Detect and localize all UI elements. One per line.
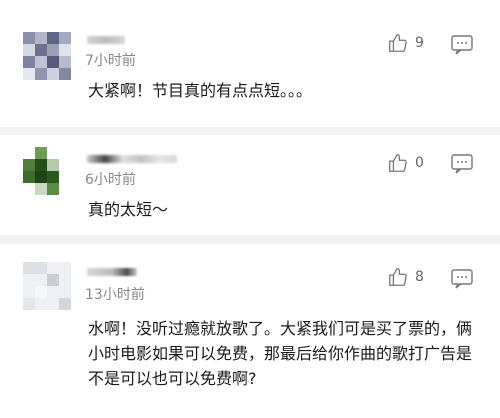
avatar[interactable] <box>23 147 71 195</box>
like-button[interactable]: 9 <box>387 32 424 54</box>
thumbs-up-icon <box>389 154 407 172</box>
comment-text: 真的太短～ <box>88 200 169 219</box>
username-blurred[interactable] <box>87 268 137 276</box>
like-button[interactable]: 8 <box>387 266 424 288</box>
comment-icon <box>451 35 473 55</box>
avatar[interactable] <box>23 262 71 310</box>
avatar[interactable] <box>23 32 71 80</box>
comment-icon <box>451 154 473 174</box>
thumbs-up-icon <box>389 268 407 286</box>
like-count: 9 <box>415 35 424 51</box>
reply-button[interactable] <box>450 268 474 290</box>
comment-item: 6小时前 真的太短～ 0 <box>0 135 500 235</box>
comment-time: 13小时前 <box>85 287 145 303</box>
comment-item: 7小时前 大紧啊！节目真的有点点短。。。 9 <box>0 0 500 127</box>
like-count: 8 <box>415 269 424 285</box>
like-count: 0 <box>415 155 424 171</box>
reply-button[interactable] <box>450 34 474 56</box>
username-blurred[interactable] <box>87 155 177 163</box>
comment-time: 6小时前 <box>85 172 136 188</box>
comment-text: 大紧啊！节目真的有点点短。。。 <box>88 81 313 100</box>
reply-button[interactable] <box>450 153 474 175</box>
comment-text: 水啊！没听过瘾就放歌了。大紧我们可是买了票的，俩小时电影如果可以免费，那最后给你… <box>88 319 473 388</box>
comment-icon <box>451 269 473 289</box>
comment-feed: 7小时前 大紧啊！节目真的有点点短。。。 9 6小时前 真的太短～ 0 13小时… <box>0 0 500 418</box>
thumbs-up-icon <box>389 34 407 52</box>
comment-item: 13小时前 水啊！没听过瘾就放歌了。大紧我们可是买了票的，俩小时电影如果可以免费… <box>0 244 500 418</box>
username-blurred[interactable] <box>87 36 125 44</box>
like-button[interactable]: 0 <box>387 152 424 174</box>
comment-time: 7小时前 <box>85 53 136 69</box>
